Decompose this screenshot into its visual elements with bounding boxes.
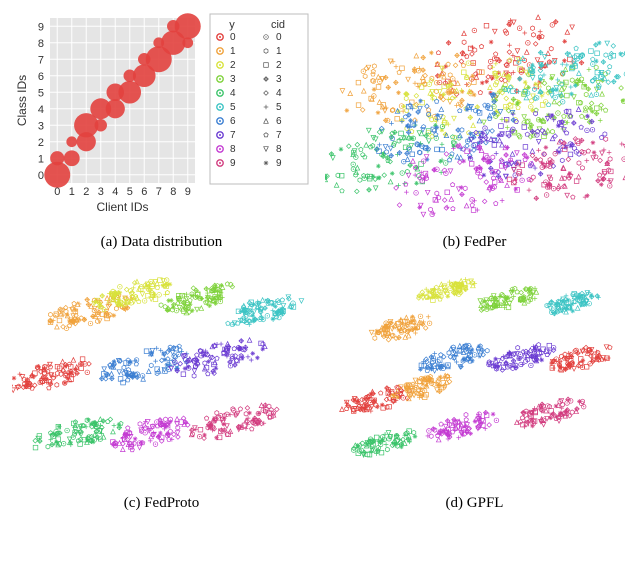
svg-text:8: 8 (37, 38, 43, 50)
svg-text:6: 6 (37, 71, 43, 83)
svg-text:9: 9 (37, 21, 43, 33)
svg-text:9: 9 (184, 186, 190, 198)
svg-text:Class IDs: Class IDs (15, 75, 29, 126)
svg-text:0: 0 (37, 170, 43, 182)
panel-c: (c) FedProto (10, 261, 313, 512)
svg-text:Client IDs: Client IDs (96, 200, 148, 214)
svg-text:3: 3 (276, 74, 282, 85)
svg-text:2: 2 (276, 60, 282, 71)
caption-b: (b) FedPer (443, 234, 507, 251)
caption-d: (d) GPFL (446, 495, 504, 512)
svg-text:8: 8 (230, 144, 236, 155)
svg-text:9: 9 (276, 158, 282, 169)
svg-text:7: 7 (155, 186, 161, 198)
svg-text:4: 4 (276, 88, 282, 99)
svg-text:3: 3 (37, 120, 43, 132)
svg-text:4: 4 (230, 88, 236, 99)
panel-b: (b) FedPer (323, 8, 626, 251)
svg-text:1: 1 (276, 46, 282, 57)
svg-text:6: 6 (230, 116, 236, 127)
svg-text:3: 3 (230, 74, 236, 85)
svg-text:0: 0 (276, 32, 282, 43)
svg-text:y: y (229, 19, 235, 31)
panel-d: (d) GPFL (323, 261, 626, 512)
svg-text:6: 6 (141, 186, 147, 198)
svg-text:4: 4 (112, 186, 118, 198)
svg-text:1: 1 (230, 46, 236, 57)
svg-text:8: 8 (170, 186, 176, 198)
svg-text:5: 5 (126, 186, 132, 198)
svg-text:cid: cid (270, 19, 284, 31)
svg-text:7: 7 (276, 130, 282, 141)
caption-c: (c) FedProto (124, 495, 199, 512)
svg-text:9: 9 (230, 158, 236, 169)
svg-text:2: 2 (37, 137, 43, 149)
svg-text:0: 0 (230, 32, 236, 43)
panel-a: 00112233445566778899Client IDsClass IDsy… (10, 8, 313, 251)
caption-a: (a) Data distribution (101, 234, 223, 251)
svg-text:5: 5 (37, 87, 43, 99)
svg-text:2: 2 (83, 186, 89, 198)
svg-text:8: 8 (276, 144, 282, 155)
svg-text:1: 1 (68, 186, 74, 198)
svg-text:6: 6 (276, 116, 282, 127)
svg-text:5: 5 (276, 102, 282, 113)
chart-fedper (325, 8, 625, 228)
svg-text:0: 0 (54, 186, 60, 198)
svg-text:5: 5 (230, 102, 236, 113)
svg-text:2: 2 (230, 60, 236, 71)
chart-data-distribution: 00112233445566778899Client IDsClass IDsy… (12, 8, 312, 228)
svg-text:1: 1 (37, 153, 43, 165)
chart-fedproto (12, 261, 312, 489)
svg-text:3: 3 (97, 186, 103, 198)
svg-text:7: 7 (37, 54, 43, 66)
svg-text:4: 4 (37, 104, 43, 116)
chart-gpfl (325, 261, 625, 489)
svg-text:7: 7 (230, 130, 236, 141)
